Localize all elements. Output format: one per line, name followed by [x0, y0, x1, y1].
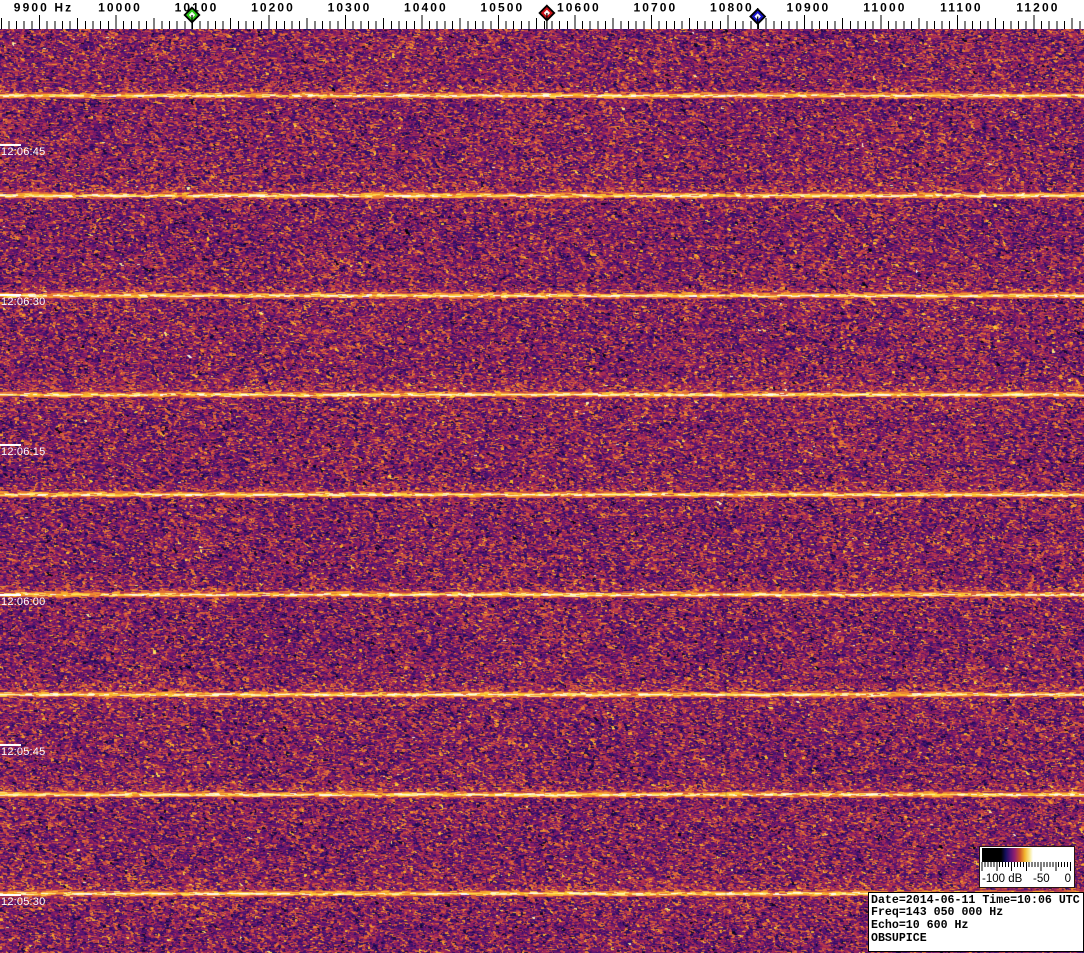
svg-text:10500: 10500: [480, 1, 524, 15]
svg-text:10400: 10400: [404, 1, 448, 15]
svg-text:10200: 10200: [251, 1, 295, 15]
svg-text:10800: 10800: [710, 1, 754, 15]
svg-text:10700: 10700: [633, 1, 677, 15]
svg-text:10900: 10900: [786, 1, 830, 15]
svg-text:10300: 10300: [328, 1, 372, 15]
svg-text:10600: 10600: [557, 1, 601, 15]
svg-text:11100: 11100: [940, 1, 983, 15]
svg-text:11000: 11000: [863, 1, 906, 15]
svg-text:11200: 11200: [1016, 1, 1059, 15]
svg-text:9900 Hz: 9900 Hz: [14, 1, 73, 15]
svg-text:10000: 10000: [98, 1, 142, 15]
